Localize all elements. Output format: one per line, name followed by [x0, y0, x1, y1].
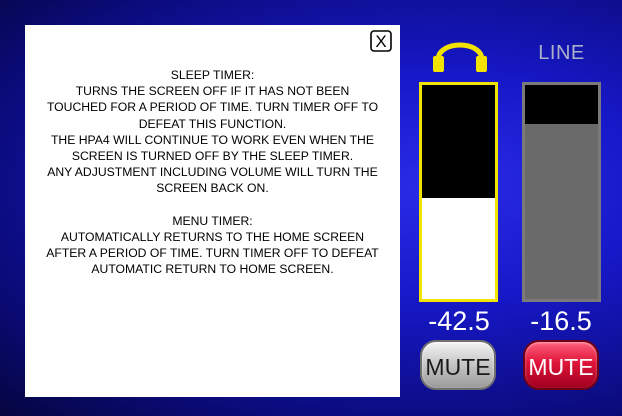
help-text-line: ANY ADJUSTMENT INCLUDING VOLUME WILL TUR… — [47, 165, 378, 180]
help-text-line: MENU TIMER: — [172, 213, 253, 228]
help-text-spacer — [31, 197, 394, 213]
help-text-line: AUTOMATIC RETURN TO HOME SCREEN. — [91, 262, 334, 277]
line-label: LINE — [538, 42, 585, 64]
help-text-line: AUTOMATICALLY RETURNS TO THE HOME SCREEN — [60, 229, 365, 244]
close-icon: X — [370, 30, 392, 52]
help-text-line: SCREEN BACK ON. — [156, 181, 269, 196]
help-text-line: DEFEAT THIS FUNCTION. — [138, 116, 287, 131]
line-mute-button[interactable]: MUTE — [523, 340, 599, 390]
headphone-level-readout: -42.5 — [428, 306, 490, 336]
help-text-line: TOUCHED FOR A PERIOD OF TIME. TURN TIMER… — [46, 100, 379, 115]
help-text-line: SCREEN IS TURNED OFF BY THE SLEEP TIMER. — [71, 149, 354, 164]
line-level-meter — [522, 82, 601, 302]
line-level-readout: -16.5 — [530, 306, 592, 336]
help-text: SLEEP TIMER: TURNS THE SCREEN OFF IF IT H… — [31, 67, 394, 277]
help-text-line: THE HPA4 WILL CONTINUE TO WORK EVEN WHEN… — [50, 132, 374, 147]
headphone-level-fill — [422, 85, 495, 199]
line-level-fill — [525, 85, 598, 124]
headphones-icon — [430, 30, 490, 74]
headphone-level-meter — [419, 82, 498, 302]
headphone-mute-button[interactable]: MUTE — [420, 340, 496, 390]
svg-text:X: X — [375, 32, 386, 51]
help-panel: X SLEEP TIMER: TURNS THE SCREEN OFF IF IT… — [25, 25, 400, 397]
help-text-line: TURNS THE SCREEN OFF IF IT HAS NOT BEEN — [75, 84, 350, 99]
help-text-line: SLEEP TIMER: — [170, 68, 255, 82]
help-text-line: AFTER A PERIOD OF TIME. TURN TIMER OFF T… — [46, 246, 379, 261]
close-button[interactable]: X — [370, 30, 392, 52]
